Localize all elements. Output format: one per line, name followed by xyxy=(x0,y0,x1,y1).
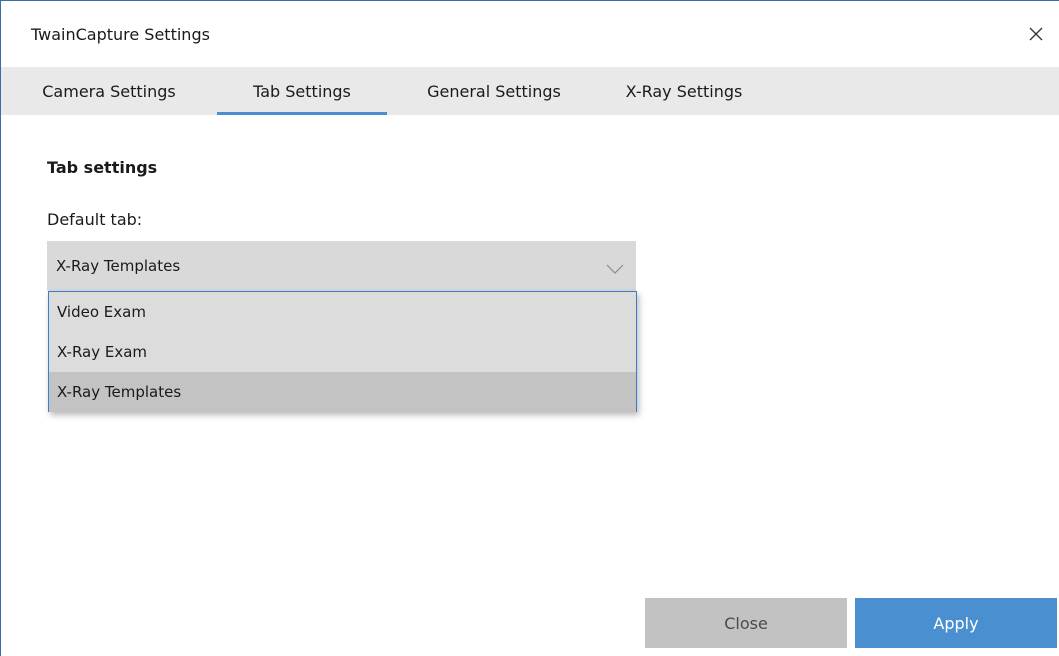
settings-dialog: TwainCapture Settings Camera Settings Ta… xyxy=(0,0,1059,656)
option-x-ray-templates[interactable]: X-Ray Templates xyxy=(49,372,636,412)
apply-button[interactable]: Apply xyxy=(855,598,1057,648)
section-title: Tab settings xyxy=(47,158,158,177)
close-button[interactable]: Close xyxy=(645,598,847,648)
tab-x-ray-settings[interactable]: X-Ray Settings xyxy=(599,67,769,115)
tab-bar: Camera Settings Tab Settings General Set… xyxy=(1,67,1059,115)
default-tab-label: Default tab: xyxy=(47,210,143,229)
tab-camera-settings[interactable]: Camera Settings xyxy=(21,67,197,115)
default-tab-value: X-Ray Templates xyxy=(56,257,181,275)
tab-tab-settings[interactable]: Tab Settings xyxy=(217,67,387,115)
tab-general-settings[interactable]: General Settings xyxy=(405,67,583,115)
default-tab-dropdown: Video Exam X-Ray Exam X-Ray Templates xyxy=(48,291,637,412)
option-x-ray-exam[interactable]: X-Ray Exam xyxy=(49,332,636,372)
window-title: TwainCapture Settings xyxy=(31,25,210,44)
close-icon[interactable] xyxy=(1023,21,1049,47)
title-bar: TwainCapture Settings xyxy=(1,1,1059,67)
chevron-down-icon xyxy=(605,260,625,274)
option-video-exam[interactable]: Video Exam xyxy=(49,292,636,332)
default-tab-select[interactable]: X-Ray Templates xyxy=(47,241,636,291)
